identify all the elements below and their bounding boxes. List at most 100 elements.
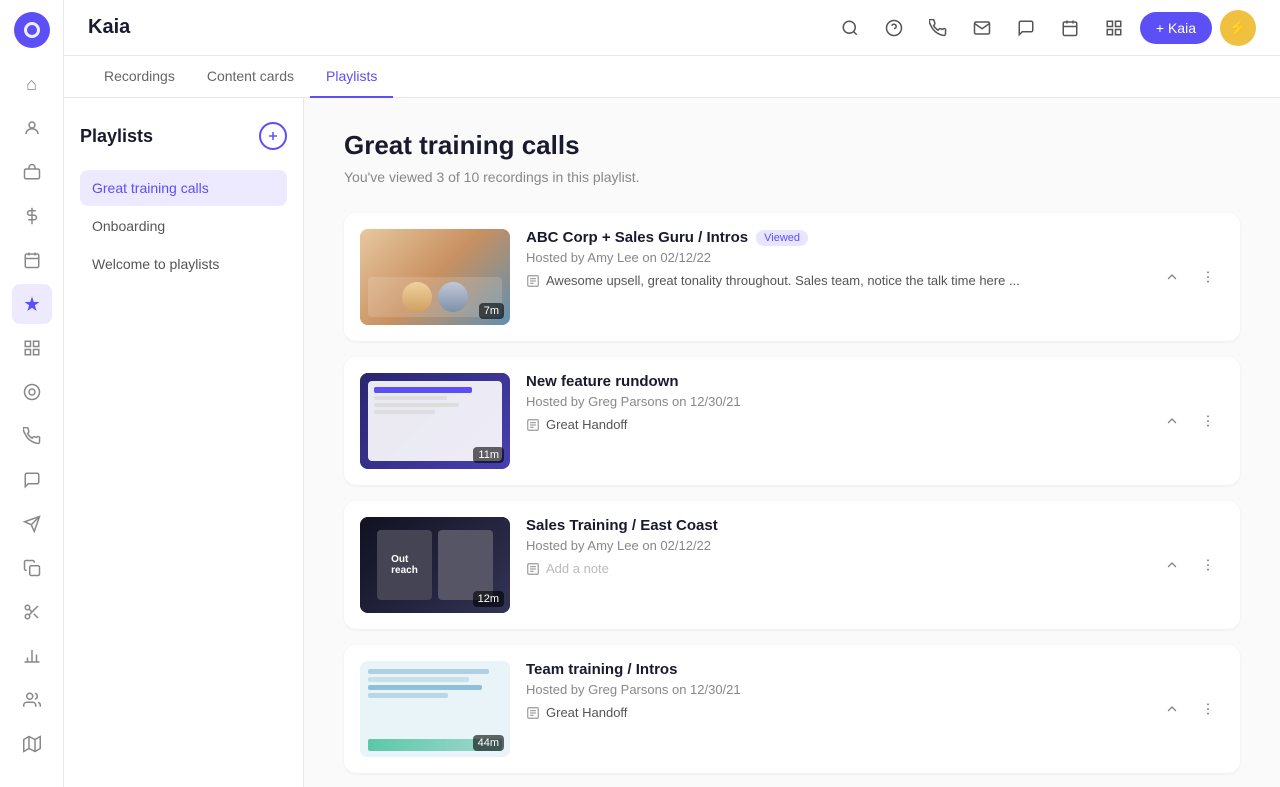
playlist-item-great-training[interactable]: Great training calls [80, 170, 287, 206]
body-area: Playlists Great training calls Onboardin… [64, 98, 1280, 787]
nav-target[interactable] [12, 372, 52, 412]
tab-recordings[interactable]: Recordings [88, 56, 191, 98]
nav-briefcase[interactable] [12, 152, 52, 192]
nav-dollar[interactable] [12, 196, 52, 236]
recording-thumbnail[interactable]: 7m [360, 229, 510, 325]
nav-home[interactable]: ⌂ [12, 64, 52, 104]
nav-calendar[interactable] [12, 240, 52, 280]
recording-actions [1156, 549, 1224, 581]
playlists-sidebar: Playlists Great training calls Onboardin… [64, 98, 304, 787]
new-call-button[interactable]: + Kaia [1140, 12, 1212, 44]
recording-host: Hosted by Amy Lee on 02/12/22 [526, 250, 1140, 265]
recording-thumbnail[interactable]: Outreach 12m [360, 517, 510, 613]
playlist-item-welcome[interactable]: Welcome to playlists [80, 246, 287, 282]
nav-send[interactable] [12, 504, 52, 544]
recording-title[interactable]: Team training / Intros [526, 661, 677, 678]
chat-button[interactable] [1008, 10, 1044, 46]
nav-phone[interactable] [12, 416, 52, 456]
recording-item: 7m ABC Corp + Sales Guru / Intros Viewed… [344, 213, 1240, 341]
recording-thumbnail[interactable]: 44m [360, 661, 510, 757]
playlist-content-title: Great training calls [344, 130, 1240, 161]
recording-duration: 44m [473, 735, 504, 751]
recording-host: Hosted by Greg Parsons on 12/30/21 [526, 394, 1140, 409]
recording-info: ABC Corp + Sales Guru / Intros Viewed Ho… [526, 229, 1140, 291]
recording-duration: 12m [473, 591, 504, 607]
nav-bar-chart[interactable] [12, 636, 52, 676]
recording-item: Outreach 12m Sales Training / East Coast… [344, 501, 1240, 629]
recording-info: Team training / Intros Hosted by Greg Pa… [526, 661, 1140, 723]
app-logo[interactable] [14, 12, 50, 48]
tab-content-cards[interactable]: Content cards [191, 56, 310, 98]
tabs-row: Recordings Content cards Playlists [64, 56, 1280, 98]
recording-note: Awesome upsell, great tonality throughou… [526, 273, 1140, 291]
note-text: Add a note [546, 561, 609, 576]
nav-chat[interactable] [12, 460, 52, 500]
search-button[interactable] [832, 10, 868, 46]
recording-title[interactable]: Sales Training / East Coast [526, 517, 718, 534]
tab-playlists[interactable]: Playlists [310, 56, 393, 98]
recording-title[interactable]: ABC Corp + Sales Guru / Intros [526, 229, 748, 246]
recording-note: Add a note [526, 561, 1140, 579]
nav-scissors[interactable] [12, 592, 52, 632]
nav-sparkle[interactable] [12, 284, 52, 324]
grid-button[interactable] [1096, 10, 1132, 46]
recording-title-row: Sales Training / East Coast [526, 517, 1140, 534]
note-text: Awesome upsell, great tonality throughou… [546, 273, 1020, 288]
recording-note: Great Handoff [526, 417, 1140, 435]
more-options-button[interactable] [1192, 693, 1224, 725]
calendar-button[interactable] [1052, 10, 1088, 46]
collapse-button[interactable] [1156, 261, 1188, 293]
more-options-button[interactable] [1192, 261, 1224, 293]
playlist-main-content: Great training calls You've viewed 3 of … [304, 98, 1280, 787]
nav-people[interactable] [12, 108, 52, 148]
email-button[interactable] [964, 10, 1000, 46]
recording-title-row: Team training / Intros [526, 661, 1140, 678]
note-icon [526, 418, 540, 435]
recording-item: 44m Team training / Intros Hosted by Gre… [344, 645, 1240, 773]
recording-actions [1156, 405, 1224, 437]
recording-host: Hosted by Greg Parsons on 12/30/21 [526, 682, 1140, 697]
note-text: Great Handoff [546, 417, 627, 432]
recording-host: Hosted by Amy Lee on 02/12/22 [526, 538, 1140, 553]
playlist-item-onboarding[interactable]: Onboarding [80, 208, 287, 244]
add-playlist-button[interactable] [259, 122, 287, 150]
recording-info: Sales Training / East Coast Hosted by Am… [526, 517, 1140, 579]
recording-actions [1156, 261, 1224, 293]
note-icon [526, 562, 540, 579]
collapse-button[interactable] [1156, 693, 1188, 725]
recordings-list: 7m ABC Corp + Sales Guru / Intros Viewed… [344, 213, 1240, 787]
recording-note: Great Handoff [526, 705, 1140, 723]
app-title: Kaia [88, 16, 130, 39]
recording-duration: 7m [479, 303, 504, 319]
header-icons: + Kaia ⚡ [832, 10, 1256, 46]
playlists-sidebar-header: Playlists [80, 122, 287, 150]
sidebar-nav: ⌂ [0, 0, 64, 787]
nav-map[interactable] [12, 724, 52, 764]
note-icon [526, 274, 540, 291]
collapse-button[interactable] [1156, 549, 1188, 581]
top-header: Kaia [64, 0, 1280, 56]
playlist-subtitle: You've viewed 3 of 10 recordings in this… [344, 169, 1240, 185]
recording-title-row: ABC Corp + Sales Guru / Intros Viewed [526, 229, 1140, 246]
recording-info: New feature rundown Hosted by Greg Parso… [526, 373, 1140, 435]
recording-item: 11m New feature rundown Hosted by Greg P… [344, 357, 1240, 485]
note-text: Great Handoff [546, 705, 627, 720]
nav-grid[interactable] [12, 328, 52, 368]
recording-title-row: New feature rundown [526, 373, 1140, 390]
note-icon [526, 706, 540, 723]
recording-actions [1156, 693, 1224, 725]
more-options-button[interactable] [1192, 549, 1224, 581]
nav-copy[interactable] [12, 548, 52, 588]
more-options-button[interactable] [1192, 405, 1224, 437]
collapse-button[interactable] [1156, 405, 1188, 437]
lightning-button[interactable]: ⚡ [1220, 10, 1256, 46]
recording-duration: 11m [473, 447, 504, 463]
recording-thumbnail[interactable]: 11m [360, 373, 510, 469]
playlists-sidebar-title: Playlists [80, 126, 153, 147]
nav-team[interactable] [12, 680, 52, 720]
phone-button[interactable] [920, 10, 956, 46]
main-area: Kaia [64, 0, 1280, 787]
viewed-badge: Viewed [756, 230, 808, 246]
recording-title[interactable]: New feature rundown [526, 373, 679, 390]
help-button[interactable] [876, 10, 912, 46]
